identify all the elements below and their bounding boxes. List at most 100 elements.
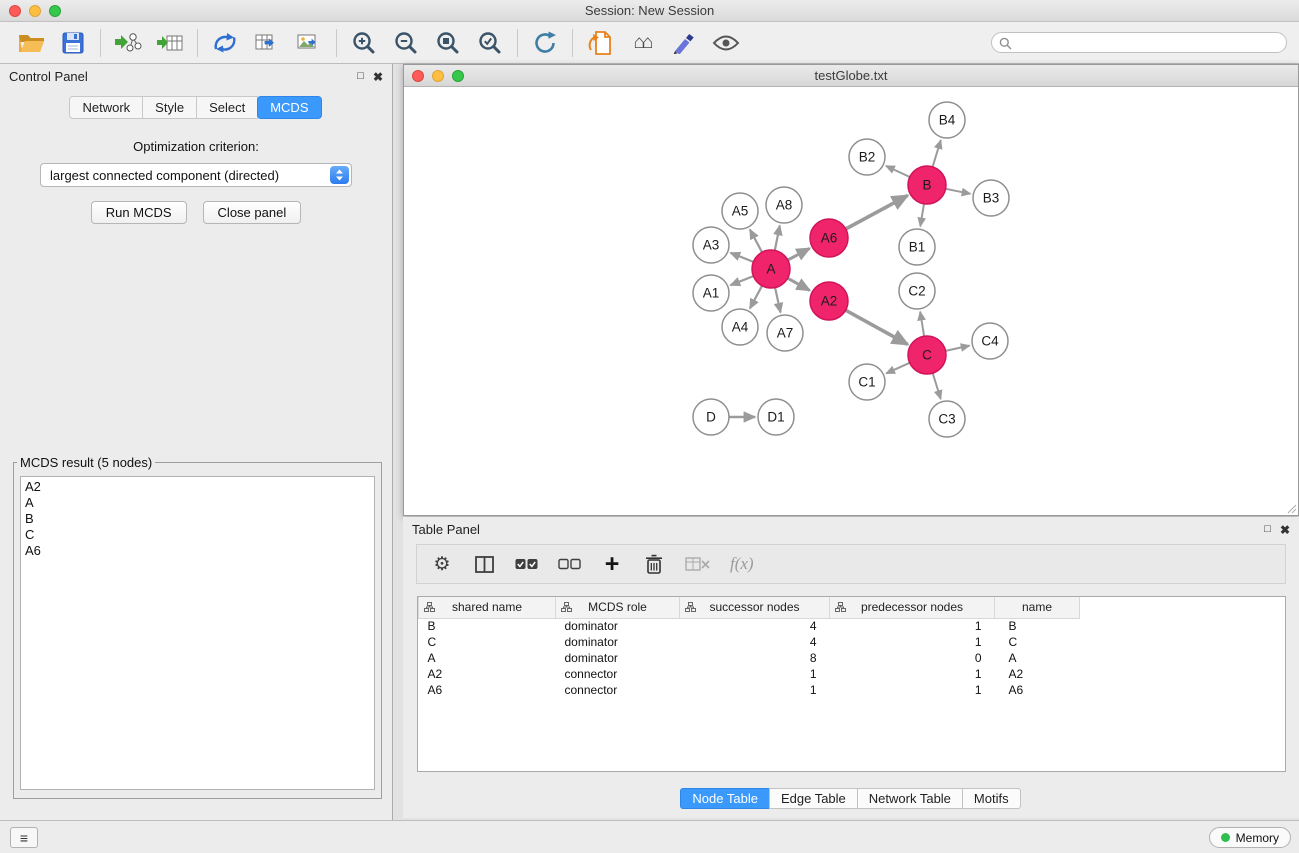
network-edge[interactable] <box>731 253 754 262</box>
delete-table-button[interactable] <box>685 551 710 577</box>
mcds-result-item[interactable]: B <box>25 511 370 527</box>
style-brush-button[interactable] <box>663 26 705 60</box>
criterion-select[interactable]: largest connected component (directed) <box>40 163 352 187</box>
network-edge[interactable] <box>933 373 941 399</box>
network-minimize-button[interactable] <box>432 70 444 82</box>
network-node-A5[interactable]: A5 <box>722 193 758 229</box>
close-window-button[interactable] <box>9 5 21 17</box>
network-edge[interactable] <box>750 286 762 309</box>
mcds-result-item[interactable]: A6 <box>25 543 370 559</box>
save-session-button[interactable] <box>52 26 94 60</box>
resize-grip[interactable] <box>1285 502 1297 514</box>
network-node-B1[interactable]: B1 <box>899 229 935 265</box>
show-columns-button[interactable] <box>473 551 495 577</box>
network-edge[interactable] <box>775 226 780 251</box>
network-edge[interactable] <box>788 278 810 290</box>
network-node-A2[interactable]: A2 <box>810 282 848 320</box>
network-node-B2[interactable]: B2 <box>849 139 885 175</box>
search-input[interactable] <box>1017 36 1277 50</box>
network-node-B3[interactable]: B3 <box>973 180 1009 216</box>
apply-layout-button[interactable] <box>524 26 566 60</box>
network-node-D[interactable]: D <box>693 399 729 435</box>
network-edge[interactable] <box>946 189 971 194</box>
open-session-button[interactable] <box>10 26 52 60</box>
tab-mcds[interactable]: MCDS <box>257 96 321 119</box>
network-edge[interactable] <box>886 166 910 177</box>
function-builder-button[interactable]: f(x) <box>730 551 754 577</box>
minimize-window-button[interactable] <box>29 5 41 17</box>
table-settings-button[interactable]: ⚙ <box>431 551 453 577</box>
delete-row-button[interactable] <box>643 551 665 577</box>
add-row-button[interactable]: + <box>601 551 623 577</box>
network-edge[interactable] <box>775 288 780 313</box>
memory-button[interactable]: Memory <box>1209 827 1291 848</box>
tab-motifs[interactable]: Motifs <box>962 788 1021 809</box>
new-network-button[interactable] <box>204 26 246 60</box>
network-window-titlebar[interactable]: testGlobe.txt <box>404 65 1298 87</box>
network-edge[interactable] <box>731 276 754 285</box>
mcds-result-list[interactable]: A2ABCA6 <box>20 476 375 790</box>
network-edge[interactable] <box>788 248 810 260</box>
network-node-A6[interactable]: A6 <box>810 219 848 257</box>
new-table-button[interactable] <box>246 26 288 60</box>
network-node-C1[interactable]: C1 <box>849 364 885 400</box>
zoom-in-button[interactable] <box>343 26 385 60</box>
close-panel-button[interactable]: Close panel <box>203 201 302 224</box>
network-node-C4[interactable]: C4 <box>972 323 1008 359</box>
column-header-mcds-role[interactable]: MCDS role <box>556 597 680 618</box>
tab-network[interactable]: Network <box>69 96 143 119</box>
column-header-successor-nodes[interactable]: successor nodes <box>680 597 830 618</box>
tab-select[interactable]: Select <box>196 96 258 119</box>
export-image-button[interactable] <box>288 26 330 60</box>
network-node-C3[interactable]: C3 <box>929 401 965 437</box>
network-edge[interactable] <box>946 346 970 351</box>
tab-node-table[interactable]: Node Table <box>680 788 770 809</box>
network-edge[interactable] <box>920 312 924 337</box>
run-mcds-button[interactable]: Run MCDS <box>91 201 187 224</box>
network-node-A3[interactable]: A3 <box>693 227 729 263</box>
tab-edge-table[interactable]: Edge Table <box>769 788 858 809</box>
network-canvas[interactable]: B4 B2 B B3 A5A8A6 B1 A3 A C2 A1 A2 A4A7 C4 C C1 C3 D D1 <box>404 87 1298 515</box>
network-node-A4[interactable]: A4 <box>722 309 758 345</box>
network-node-A7[interactable]: A7 <box>767 315 803 351</box>
show-details-button[interactable] <box>705 26 747 60</box>
network-edge[interactable] <box>920 204 924 227</box>
network-node-B4[interactable]: B4 <box>929 102 965 138</box>
select-all-button[interactable] <box>515 551 538 577</box>
network-node-A[interactable]: A <box>752 250 790 288</box>
import-network-button[interactable] <box>107 26 149 60</box>
network-close-button[interactable] <box>412 70 424 82</box>
task-history-button[interactable]: ≡ <box>10 827 38 848</box>
mcds-result-item[interactable]: A <box>25 495 370 511</box>
network-node-A8[interactable]: A8 <box>766 187 802 223</box>
network-edge[interactable] <box>750 230 762 253</box>
table-row[interactable]: Adominator80A <box>419 650 1286 666</box>
zoom-selected-button[interactable] <box>469 26 511 60</box>
close-table-panel-icon[interactable]: ✖ <box>1280 524 1290 536</box>
home-button[interactable]: ⌂⌂ <box>621 26 663 60</box>
tab-style[interactable]: Style <box>142 96 197 119</box>
network-node-B[interactable]: B <box>908 166 946 204</box>
open-document-button[interactable] <box>579 26 621 60</box>
table-row[interactable]: A6connector11A6 <box>419 682 1286 698</box>
mcds-result-item[interactable]: C <box>25 527 370 543</box>
zoom-window-button[interactable] <box>49 5 61 17</box>
table-row[interactable]: Bdominator41B <box>419 618 1286 634</box>
column-header-shared-name[interactable]: shared name <box>419 597 556 618</box>
network-node-C2[interactable]: C2 <box>899 273 935 309</box>
tab-network-table[interactable]: Network Table <box>857 788 963 809</box>
float-table-panel-icon[interactable]: □ <box>1264 524 1271 535</box>
network-zoom-button[interactable] <box>452 70 464 82</box>
network-edge[interactable] <box>846 196 908 230</box>
mcds-result-item[interactable]: A2 <box>25 479 370 495</box>
network-node-C[interactable]: C <box>908 336 946 374</box>
zoom-fit-button[interactable] <box>427 26 469 60</box>
network-node-A1[interactable]: A1 <box>693 275 729 311</box>
table-row[interactable]: Cdominator41C <box>419 634 1286 650</box>
column-header-name[interactable]: name <box>995 597 1080 618</box>
column-header-predecessor-nodes[interactable]: predecessor nodes <box>830 597 995 618</box>
close-panel-icon[interactable]: ✖ <box>373 71 383 83</box>
import-table-button[interactable] <box>149 26 191 60</box>
network-node-D1[interactable]: D1 <box>758 399 794 435</box>
table-row[interactable]: A2connector11A2 <box>419 666 1286 682</box>
